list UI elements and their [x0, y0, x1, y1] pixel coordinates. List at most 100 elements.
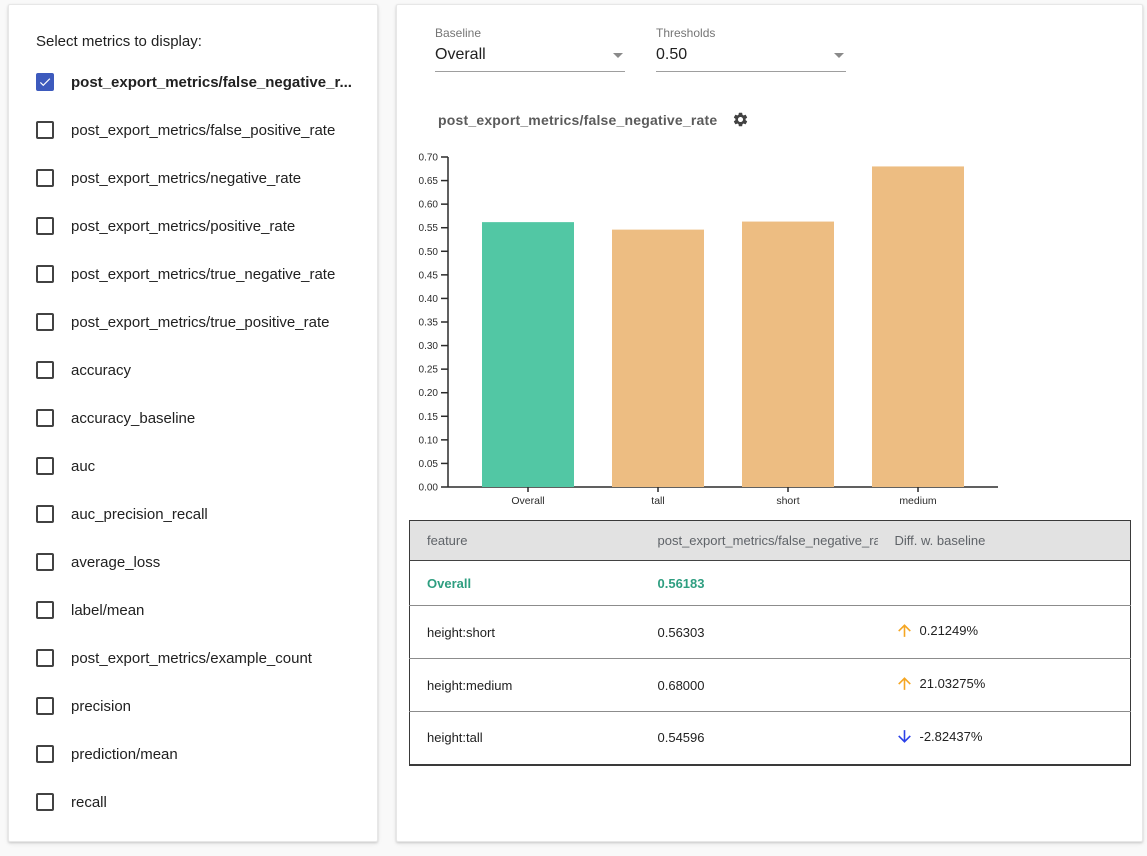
- checkbox-icon[interactable]: [36, 409, 54, 427]
- diff-cell: 0.21249%: [878, 606, 1131, 659]
- svg-text:0.00: 0.00: [419, 483, 439, 494]
- thresholds-dropdown-label: Thresholds: [656, 26, 846, 40]
- table-row[interactable]: height:short 0.56303 0.21249%: [410, 606, 1131, 659]
- feature-cell: Overall: [410, 561, 641, 606]
- metric-label: auc_precision_recall: [71, 506, 208, 523]
- svg-text:0.70: 0.70: [419, 153, 439, 164]
- metric-checkbox-item[interactable]: post_export_metrics/false_negative_r...: [36, 58, 361, 106]
- svg-text:0.15: 0.15: [419, 412, 439, 423]
- metric-checkbox-item[interactable]: post_export_metrics/true_negative_rate: [36, 250, 361, 298]
- chevron-down-icon: [834, 53, 844, 58]
- metric-checkbox-item[interactable]: post_export_metrics/true_positive_rate: [36, 298, 361, 346]
- chevron-down-icon: [613, 53, 623, 58]
- checkmark-icon: [38, 75, 52, 89]
- header-metric: post_export_metrics/false_negative_rat..…: [641, 521, 878, 561]
- metric-label: post_export_metrics/true_negative_rate: [71, 266, 335, 283]
- checkbox-icon[interactable]: [36, 697, 54, 715]
- svg-text:0.10: 0.10: [419, 435, 439, 446]
- svg-text:0.25: 0.25: [419, 365, 439, 376]
- metric-label: accuracy: [71, 362, 131, 379]
- metric-checkbox-item[interactable]: accuracy: [36, 346, 361, 394]
- checkbox-icon[interactable]: [36, 265, 54, 283]
- diff-value: 21.03275%: [920, 676, 986, 691]
- metric-label: post_export_metrics/example_count: [71, 650, 312, 667]
- arrow-up-icon: [895, 621, 914, 640]
- metric-checkbox-item[interactable]: recall: [36, 778, 361, 826]
- chart-header: post_export_metrics/false_negative_rate: [438, 111, 749, 128]
- checkbox-icon[interactable]: [36, 313, 54, 331]
- checkbox-icon[interactable]: [36, 553, 54, 571]
- metric-checkbox-item[interactable]: post_export_metrics/positive_rate: [36, 202, 361, 250]
- metric-checkbox-item[interactable]: auc: [36, 442, 361, 490]
- value-cell: 0.56303: [641, 606, 878, 659]
- metric-label: precision: [71, 698, 131, 715]
- checkbox-icon[interactable]: [36, 457, 54, 475]
- svg-text:0.20: 0.20: [419, 388, 439, 399]
- metric-checkbox-item[interactable]: label/mean: [36, 586, 361, 634]
- svg-text:0.65: 0.65: [419, 176, 439, 187]
- metric-checkbox-item[interactable]: prediction/mean: [36, 730, 361, 778]
- svg-text:0.30: 0.30: [419, 341, 439, 352]
- checkbox-icon[interactable]: [36, 745, 54, 763]
- metric-list: post_export_metrics/false_negative_r... …: [36, 58, 361, 826]
- metric-checkbox-item[interactable]: auc_precision_recall: [36, 490, 361, 538]
- metric-label: post_export_metrics/true_positive_rate: [71, 314, 329, 331]
- svg-text:Overall: Overall: [511, 495, 544, 507]
- metric-checkbox-item[interactable]: precision: [36, 682, 361, 730]
- metric-label: auc: [71, 458, 95, 475]
- checkbox-icon[interactable]: [36, 361, 54, 379]
- gear-icon[interactable]: [732, 111, 749, 128]
- arrow-up-icon: [895, 674, 914, 693]
- value-cell: 0.56183: [641, 561, 878, 606]
- checkbox-icon[interactable]: [36, 505, 54, 523]
- metric-label: post_export_metrics/positive_rate: [71, 218, 295, 235]
- baseline-dropdown[interactable]: Baseline Overall: [435, 26, 625, 72]
- checkbox-icon[interactable]: [36, 601, 54, 619]
- thresholds-dropdown-value: 0.50: [656, 46, 687, 64]
- svg-text:0.60: 0.60: [419, 200, 439, 211]
- metric-label: recall: [71, 794, 107, 811]
- metric-checkbox-item[interactable]: accuracy_baseline: [36, 394, 361, 442]
- table-row[interactable]: Overall 0.56183: [410, 561, 1131, 606]
- value-cell: 0.68000: [641, 659, 878, 712]
- checkbox-icon[interactable]: [36, 73, 54, 91]
- metric-label: average_loss: [71, 554, 160, 571]
- bar-chart[interactable]: 0.000.050.100.150.200.250.300.350.400.45…: [397, 151, 1017, 513]
- metric-checkbox-item[interactable]: post_export_metrics/false_positive_rate: [36, 106, 361, 154]
- metric-label: label/mean: [71, 602, 144, 619]
- metric-selector-panel: Select metrics to display: post_export_m…: [8, 4, 378, 842]
- checkbox-icon[interactable]: [36, 121, 54, 139]
- table-header-row: feature post_export_metrics/false_negati…: [410, 521, 1131, 561]
- diff-cell: 21.03275%: [878, 659, 1131, 712]
- header-diff: Diff. w. baseline: [878, 521, 1131, 561]
- feature-cell: height:short: [410, 606, 641, 659]
- metric-checkbox-item[interactable]: average_loss: [36, 538, 361, 586]
- checkbox-icon[interactable]: [36, 217, 54, 235]
- feature-cell: height:tall: [410, 712, 641, 765]
- metrics-table: feature post_export_metrics/false_negati…: [409, 520, 1131, 766]
- header-feature: feature: [410, 521, 641, 561]
- baseline-dropdown-value-row[interactable]: Overall: [435, 40, 625, 72]
- metric-label: post_export_metrics/false_negative_r...: [71, 74, 352, 91]
- metric-checkbox-item[interactable]: post_export_metrics/example_count: [36, 634, 361, 682]
- diff-value: 0.21249%: [920, 623, 979, 638]
- metric-label: post_export_metrics/false_positive_rate: [71, 122, 335, 139]
- value-cell: 0.54596: [641, 712, 878, 765]
- thresholds-dropdown-value-row[interactable]: 0.50: [656, 40, 846, 72]
- svg-text:0.05: 0.05: [419, 459, 439, 470]
- diff-cell: -2.82437%: [878, 712, 1131, 765]
- svg-text:medium: medium: [899, 495, 937, 507]
- table-row[interactable]: height:medium 0.68000 21.03275%: [410, 659, 1131, 712]
- metric-selector-title: Select metrics to display:: [36, 32, 361, 52]
- baseline-dropdown-label: Baseline: [435, 26, 625, 40]
- table-row[interactable]: height:tall 0.54596 -2.82437%: [410, 712, 1131, 765]
- checkbox-icon[interactable]: [36, 169, 54, 187]
- checkbox-icon[interactable]: [36, 793, 54, 811]
- thresholds-dropdown[interactable]: Thresholds 0.50: [656, 26, 846, 72]
- svg-text:0.35: 0.35: [419, 318, 439, 329]
- checkbox-icon[interactable]: [36, 649, 54, 667]
- metric-label: prediction/mean: [71, 746, 178, 763]
- metric-checkbox-item[interactable]: post_export_metrics/negative_rate: [36, 154, 361, 202]
- arrow-down-icon: [895, 727, 914, 746]
- baseline-dropdown-value: Overall: [435, 46, 486, 64]
